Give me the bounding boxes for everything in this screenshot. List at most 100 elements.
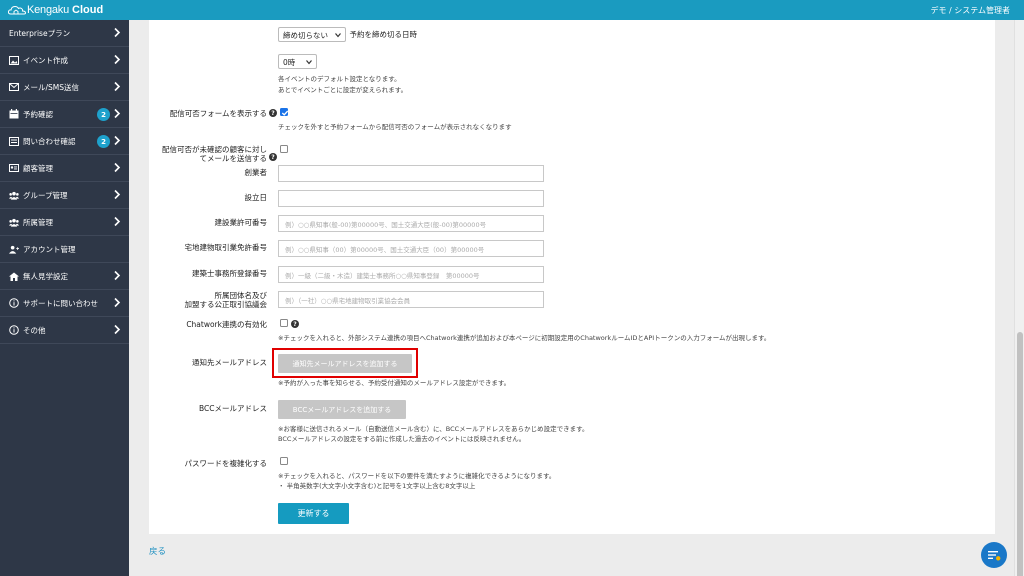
chevron-right-icon [114,297,121,308]
sidebar-item-customers[interactable]: 顧客管理 [0,155,129,182]
password-complexity-checkbox[interactable] [280,457,288,465]
sidebar-item-label: アカウント管理 [23,245,76,254]
sidebar-item-label: その他 [23,326,46,335]
user-plus-icon [9,244,19,254]
bcc-label: BCCメールアドレス [199,404,267,413]
unconfirmed-label-line2: てメールを送信する [199,154,268,163]
sidebar-item-support[interactable]: サポートに問い合わせ [0,290,129,317]
sidebar-item-enterprise-plan[interactable]: Enterpriseプラン [0,20,129,47]
update-button[interactable]: 更新する [278,503,349,524]
sidebar-item-label: メール/SMS送信 [23,83,80,92]
chevron-right-icon [114,27,121,38]
architect-office-input[interactable]: 例）一級（二級・木造）建築士事務所○○県知事登録 第00000号 [278,266,544,283]
sidebar-item-groups[interactable]: グループ管理 [0,182,129,209]
sidebar-item-label: 問い合わせ確認 [23,137,76,146]
help-icon[interactable]: ? [269,153,277,161]
chatwork-checkbox[interactable] [280,319,288,327]
sidebar-item-label: 所属管理 [23,218,53,227]
sidebar-item-inquiries[interactable]: 問い合わせ確認 2 [0,128,129,155]
chevron-down-icon [335,33,341,38]
sidebar-item-reservations[interactable]: 予約確認 2 [0,101,129,128]
sidebar-item-affiliations[interactable]: 所属管理 [0,209,129,236]
sidebar-item-label: イベント作成 [23,56,68,65]
chevron-right-icon [114,135,121,146]
help-icon[interactable]: ? [269,109,277,117]
sidebar-item-send-mail-sms[interactable]: メール/SMS送信 [0,74,129,101]
established-label: 設立日 [244,193,268,202]
check-icon [281,110,289,116]
founder-label: 創業者 [244,168,268,177]
notification-badge: 2 [97,135,110,148]
user-menu[interactable]: デモ / システム管理者 [930,5,1010,16]
add-notify-email-button[interactable]: 通知先メールアドレスを追加する [278,354,412,373]
realestate-license-input[interactable]: 例）○○県知事（00）第00000号、国土交通大臣（00）第00000号 [278,240,544,257]
chevron-down-icon [306,60,312,65]
brand-name-part1: Kengaku [27,4,70,16]
envelope-icon [9,82,19,92]
optout-form-label: 配信可否フォームを表示する [169,109,267,118]
deadline-select[interactable]: 締め切らない [278,27,346,42]
sidebar-item-unmanned-tour[interactable]: 無人見学設定 [0,263,129,290]
sidebar-item-accounts[interactable]: アカウント管理 [0,236,129,263]
sidebar-item-label: 無人見学設定 [23,272,68,281]
brand-logo[interactable]: Kengaku Cloud [8,3,103,17]
deadline-label: 予約を締め切る日時 [349,30,418,39]
deadline-note-2: あとでイベントごとに設定が変えられます。 [278,86,408,94]
sidebar-item-label: サポートに問い合わせ [23,299,98,308]
cloud-logo-icon [8,5,26,15]
group-icon [9,217,19,227]
sidebar-item-label: 予約確認 [23,110,53,119]
settings-panel: 予約を締め切る日時 締め切らない 0時 各イベントのデフォルト設定となります。 … [149,20,995,534]
home-icon [9,271,19,281]
info-icon [9,298,19,308]
chevron-right-icon [114,216,121,227]
optout-form-checkbox[interactable] [280,108,289,116]
chevron-right-icon [114,324,121,335]
floating-menu-button[interactable] [981,542,1007,568]
sidebar: Enterpriseプラン イベント作成 メール/SMS送信 予約確認 2 問い… [0,20,129,576]
add-bcc-email-button[interactable]: BCCメールアドレスを追加する [278,400,406,419]
chevron-right-icon [114,54,121,65]
calendar-icon [9,109,19,119]
chatwork-note: ※チェックを入れると、外部システム連携の項目へChatwork連携が追加および本… [278,334,771,342]
founder-input[interactable] [278,165,544,182]
chevron-right-icon [114,108,121,119]
sidebar-item-label: Enterpriseプラン [9,29,71,38]
bcc-note-2: BCCメールアドレスの設定をする前に作成した過去のイベントには反映されません。 [278,435,526,443]
filter-list-icon [988,551,1001,561]
optout-form-note: チェックを外すと予約フォームから配信可否のフォームが表示されなくなります [278,123,512,131]
page-scrollbar[interactable] [1014,20,1024,576]
top-bar: Kengaku Cloud デモ / システム管理者 [0,0,1024,20]
inbox-icon [9,136,19,146]
hour-select-value: 0時 [283,58,296,67]
association-label-line2: 加盟する公正取引協議会 [184,300,268,309]
unconfirmed-send-checkbox[interactable] [280,145,288,153]
realestate-license-label: 宅地建物取引業免許番号 [184,243,268,252]
back-link[interactable]: 戻る [149,545,166,557]
scrollbar-thumb[interactable] [1017,332,1023,576]
established-input[interactable] [278,190,544,207]
brand-name-part2: Cloud [72,4,104,16]
group-icon [9,190,19,200]
chevron-right-icon [114,81,121,92]
id-card-icon [9,163,19,173]
password-note-2: ・ 半角英数字(大文字小文字含む)と記号を1文字以上含む8文字以上 [278,482,476,490]
construction-license-label: 建設業許可番号 [214,218,268,227]
sidebar-item-other[interactable]: その他 [0,317,129,344]
chevron-right-icon [114,270,121,281]
sidebar-item-label: 顧客管理 [23,164,53,173]
deadline-select-value: 締め切らない [283,31,328,40]
chevron-right-icon [114,189,121,200]
image-icon [9,55,19,65]
sidebar-item-label: グループ管理 [23,191,68,200]
chevron-right-icon [114,162,121,173]
info-icon [9,325,19,335]
notify-email-note: ※予約が入った事を知らせる、予約受付通知のメールアドレス設定ができます。 [278,379,511,387]
hour-select[interactable]: 0時 [278,54,317,69]
sidebar-item-create-event[interactable]: イベント作成 [0,47,129,74]
association-input[interactable]: 例）（一社）○○県宅地建物取引業協会会員 [278,291,544,308]
help-icon[interactable]: ? [291,320,299,328]
password-complexity-label: パスワードを複雑化する [184,459,268,468]
notification-badge: 2 [97,108,110,121]
construction-license-input[interactable]: 例）○○県知事(般-00)第00000号、国土交通大臣(般-00)第00000号 [278,215,544,232]
